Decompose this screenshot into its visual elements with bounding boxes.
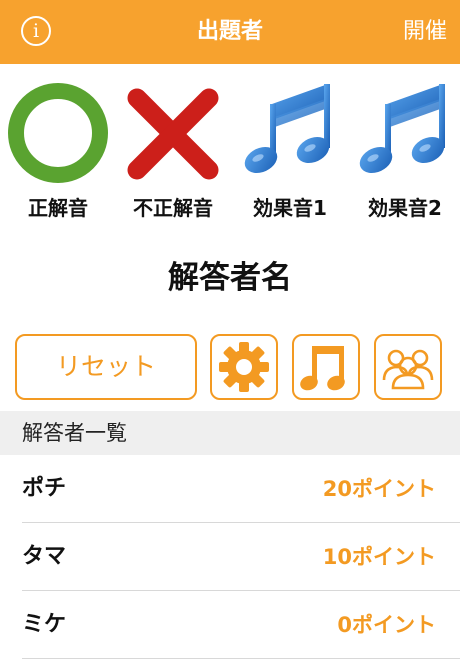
answerer-name-label: タマ xyxy=(22,544,67,569)
circle-icon xyxy=(8,83,108,183)
page-title: 出題者 xyxy=(196,19,263,44)
gear-icon xyxy=(219,342,269,392)
navigation-bar: i 出題者 開催 xyxy=(0,0,460,64)
reset-button[interactable]: リセット xyxy=(15,334,197,400)
music-button[interactable] xyxy=(292,334,360,400)
answerers-section-header: 解答者一覧 xyxy=(0,411,460,455)
group-button[interactable] xyxy=(374,334,442,400)
group-icon xyxy=(382,349,434,390)
answerer-name-label: ポチ xyxy=(22,476,67,501)
section-title: 解答者一覧 xyxy=(22,421,127,445)
settings-button[interactable] xyxy=(210,334,278,400)
divider xyxy=(22,658,460,659)
start-button[interactable]: 開催 xyxy=(403,0,447,64)
effect-sound-1-label: 効果音1 xyxy=(253,196,327,220)
reset-label: リセット xyxy=(55,352,156,381)
points-label: 0ポイント xyxy=(337,613,436,637)
points-label: 20ポイント xyxy=(322,477,436,501)
incorrect-sound-label: 不正解音 xyxy=(133,196,213,220)
incorrect-sound-button[interactable]: 不正解音 xyxy=(117,78,229,223)
effect-sound-2-button[interactable]: 効果音2 xyxy=(349,78,460,223)
answerer-name-label: ミケ xyxy=(22,612,67,637)
list-item[interactable]: ミケ 0ポイント xyxy=(0,591,460,659)
cross-icon xyxy=(127,88,219,180)
effect-sound-1-button[interactable]: 効果音1 xyxy=(234,78,346,223)
list-item[interactable]: タマ 10ポイント xyxy=(0,523,460,591)
correct-sound-button[interactable]: 正解音 xyxy=(2,78,114,223)
music-note-icon xyxy=(244,84,330,174)
points-label: 10ポイント xyxy=(322,545,436,569)
music-note-icon xyxy=(300,346,345,391)
answerer-name: 解答者名 xyxy=(168,260,292,296)
effect-sound-2-label: 効果音2 xyxy=(368,196,442,220)
list-item[interactable]: ポチ 20ポイント xyxy=(0,455,460,523)
correct-sound-label: 正解音 xyxy=(28,196,88,220)
music-note-icon xyxy=(359,84,445,174)
